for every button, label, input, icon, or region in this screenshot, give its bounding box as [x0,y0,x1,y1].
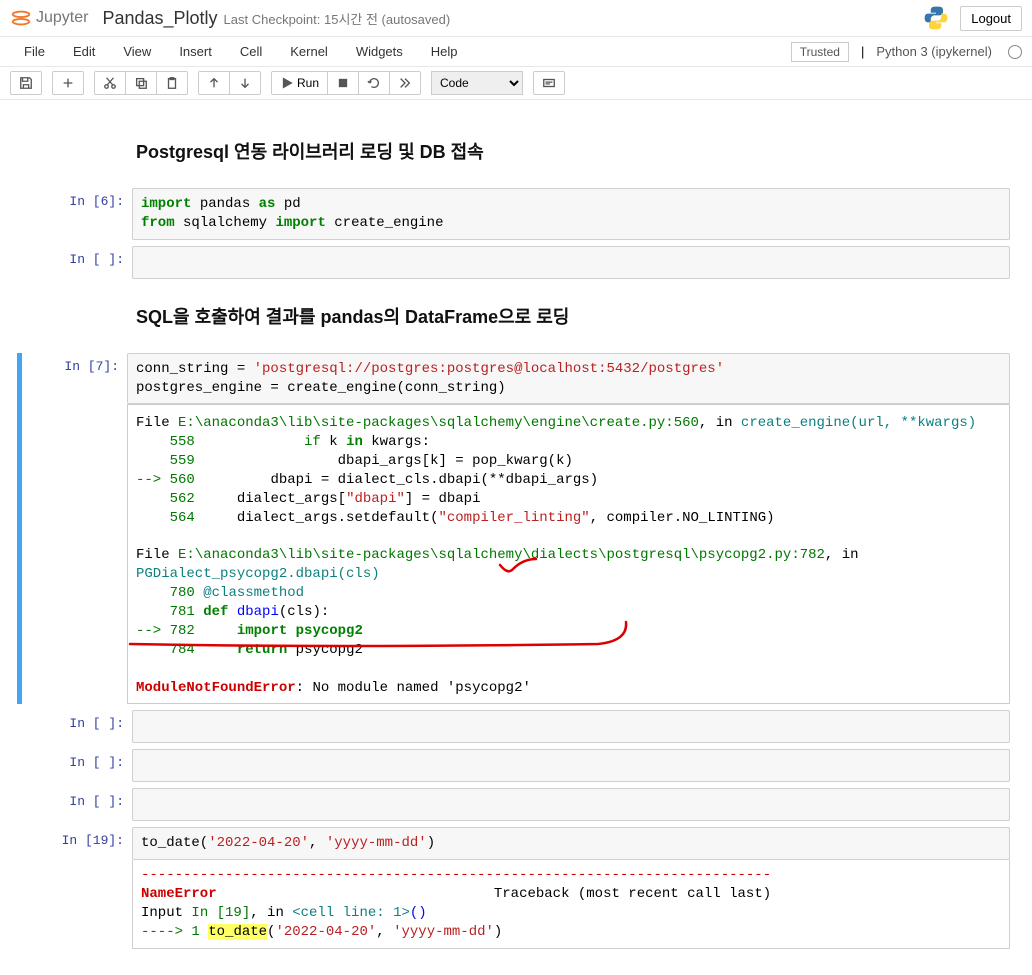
restart-button[interactable] [358,71,390,95]
menu-widgets[interactable]: Widgets [342,40,417,63]
kernel-status-icon [1008,45,1022,59]
paste-button[interactable] [156,71,188,95]
code-cell[interactable]: In [ ]: [22,710,1010,743]
code-cell-selected[interactable]: In [7]: conn_string = 'postgresql://post… [17,353,1010,705]
menubar: File Edit View Insert Cell Kernel Widget… [0,37,1032,67]
notebook-header: Jupyter Pandas_Plotly Last Checkpoint: 1… [0,0,1032,37]
run-label: Run [297,76,319,90]
move-up-button[interactable] [198,71,230,95]
checkpoint-text: Last Checkpoint: 15시간 전 (autosaved) [224,9,451,28]
interrupt-button[interactable] [327,71,359,95]
code-cell[interactable]: In [19]: to_date('2022-04-20', 'yyyy-mm-… [22,827,1010,948]
kernel-name[interactable]: Python 3 (ipykernel) [876,44,992,59]
menu-file[interactable]: File [10,40,59,63]
md-heading: SQL을 호출하여 결과를 pandas의 DataFrame으로 로딩 [136,303,1006,329]
cell-prompt: In [ ]: [22,749,132,782]
code-input[interactable]: import pandas as pd from sqlalchemy impo… [132,188,1010,240]
cell-prompt: In [ ]: [22,710,132,743]
cell-prompt: In [6]: [22,188,132,240]
menu-cell[interactable]: Cell [226,40,276,63]
cell-type-select[interactable]: Code [431,71,523,95]
code-cell[interactable]: In [ ]: [22,246,1010,279]
menu-insert[interactable]: Insert [165,40,226,63]
cell-prompt: In [7]: [22,353,127,705]
code-input[interactable] [132,246,1010,279]
command-palette-button[interactable] [533,71,565,95]
cell-prompt: In [ ]: [22,788,132,821]
markdown-cell[interactable]: Postgresql 연동 라이브러리 로딩 및 DB 접속 [22,120,1010,182]
traceback-output: ----------------------------------------… [132,860,1010,949]
menu-view[interactable]: View [109,40,165,63]
notebook-container: Postgresql 연동 라이브러리 로딩 및 DB 접속 In [6]: i… [10,100,1022,975]
move-down-button[interactable] [229,71,261,95]
toolbar: Run Code [0,67,1032,100]
copy-button[interactable] [125,71,157,95]
restart-run-all-button[interactable] [389,71,421,95]
code-cell[interactable]: In [ ]: [22,749,1010,782]
menu-help[interactable]: Help [417,40,472,63]
code-input[interactable] [132,788,1010,821]
run-button[interactable]: Run [271,71,328,95]
trusted-badge[interactable]: Trusted [791,42,849,62]
cell-prompt [22,120,132,182]
notebook-name[interactable]: Pandas_Plotly [102,8,217,29]
traceback-output: 308 ) --> 309 return fn(*args, **kwargs)… [128,404,1009,703]
kernel-divider: | [861,44,864,59]
cell-prompt [22,285,132,347]
code-input[interactable] [132,749,1010,782]
code-input[interactable]: conn_string = 'postgresql://postgres:pos… [127,353,1010,405]
menu-edit[interactable]: Edit [59,40,109,63]
md-heading: Postgresql 연동 라이브러리 로딩 및 DB 접속 [136,138,1006,164]
cut-button[interactable] [94,71,126,95]
python-icon [922,4,950,32]
code-input[interactable]: to_date('2022-04-20', 'yyyy-mm-dd') [132,827,1010,860]
code-cell[interactable]: In [ ]: [22,788,1010,821]
code-cell[interactable]: In [6]: import pandas as pd from sqlalch… [22,188,1010,240]
save-button[interactable] [10,71,42,95]
cell-prompt: In [ ]: [22,246,132,279]
cell-prompt: In [19]: [22,827,132,948]
jupyter-logo[interactable]: Jupyter [10,7,88,29]
logo-text: Jupyter [36,9,88,27]
jupyter-icon [10,7,32,29]
logout-button[interactable]: Logout [960,6,1022,31]
add-cell-button[interactable] [52,71,84,95]
menu-kernel[interactable]: Kernel [276,40,342,63]
markdown-cell[interactable]: SQL을 호출하여 결과를 pandas의 DataFrame으로 로딩 [22,285,1010,347]
output-area-scrolled[interactable]: 308 ) --> 309 return fn(*args, **kwargs)… [127,404,1010,704]
code-input[interactable] [132,710,1010,743]
